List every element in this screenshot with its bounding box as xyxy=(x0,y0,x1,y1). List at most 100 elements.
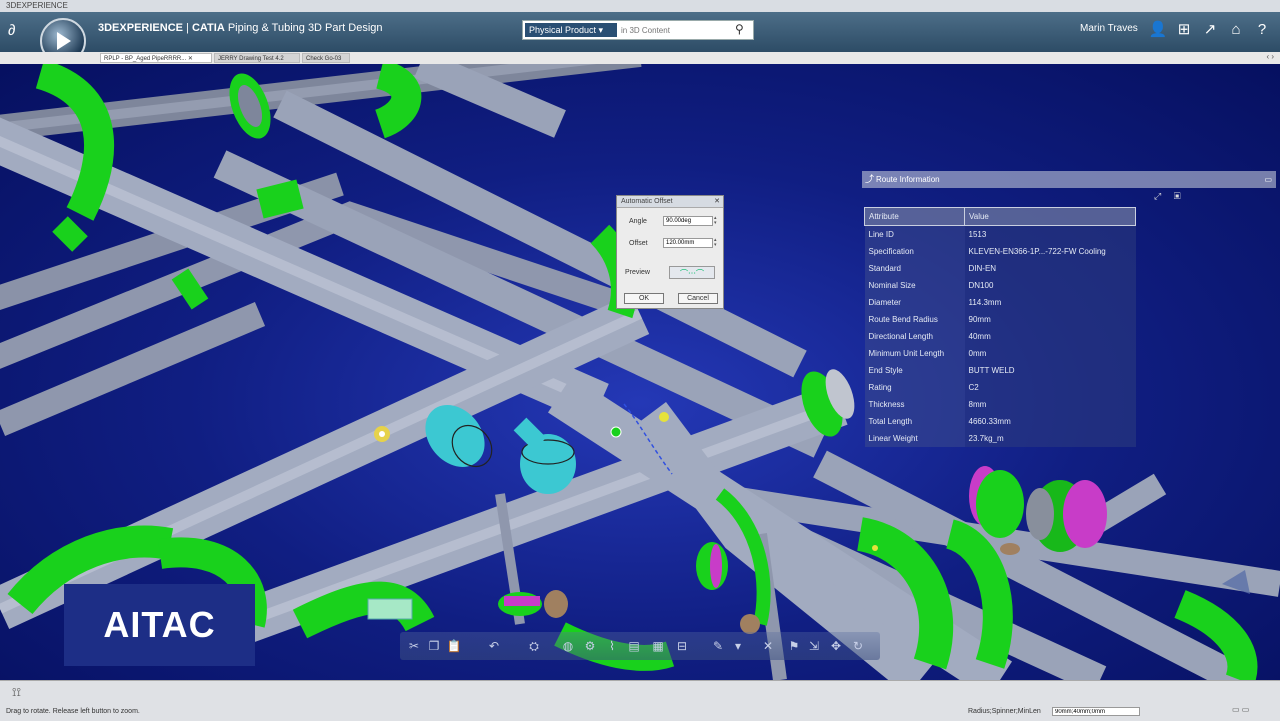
offset-spinner-icon[interactable]: ▴ ▾ xyxy=(714,238,720,248)
table-row[interactable]: Rating C2 xyxy=(864,379,1136,396)
status-parameter-input[interactable] xyxy=(1052,707,1140,716)
route-panel-title: Route Information xyxy=(876,175,940,184)
tab-label: Check Go-03 xyxy=(306,56,342,62)
value-cell: BUTT WELD xyxy=(964,362,1136,379)
tab-document-2[interactable]: JERRY Drawing Test 4.2 xyxy=(214,53,300,63)
preview-label: Preview xyxy=(625,269,650,276)
layout-icons[interactable]: ▭ ▭ xyxy=(1232,705,1249,714)
table-header-row: Attribute Value xyxy=(864,207,1136,226)
value-cell: DN100 xyxy=(964,277,1136,294)
search-icon[interactable]: ⚲ xyxy=(735,22,744,36)
route-icon[interactable]: ⛭ xyxy=(526,638,542,654)
status-bar: ⟟⟟ Drag to rotate. Release left button t… xyxy=(0,680,1280,721)
table-row[interactable]: Standard DIN-EN xyxy=(864,260,1136,277)
pipe-icon[interactable]: ⌇ xyxy=(604,638,620,654)
attribute-cell: Diameter xyxy=(864,294,965,311)
value-cell: 4660.33mm xyxy=(964,413,1136,430)
value-cell: KLEVEN-EN366-1P...-722-FW Cooling xyxy=(964,243,1136,260)
route-attribute-table: Attribute Value Line ID 1513 Specification… xyxy=(864,207,1136,447)
measure-icon[interactable]: ⇲ xyxy=(806,638,822,654)
app-title: 3DEXPERIENCE | CATIA Piping & Tubing 3D … xyxy=(98,22,383,34)
table-row[interactable]: Total Length 4660.33mm xyxy=(864,413,1136,430)
tab-scroll-arrows[interactable]: ‹ › xyxy=(1266,52,1274,61)
table-row[interactable]: Thickness 8mm xyxy=(864,396,1136,413)
tab-document-1[interactable]: RPLP - BP_Aged PipeRRRR... ✕ xyxy=(100,53,212,63)
automatic-offset-dialog: Automatic Offset ✕ Angle ▴▾ Offset ▴▾ Pr… xyxy=(616,195,724,309)
ds-logo-icon[interactable]: ∂ xyxy=(8,22,15,39)
table-row[interactable]: Minimum Unit Length 0mm xyxy=(864,345,1136,362)
angle-field[interactable] xyxy=(663,216,713,226)
preview-button[interactable]: ⌒⋯⌒ xyxy=(669,266,715,279)
attribute-cell: Minimum Unit Length xyxy=(864,345,965,362)
spec-icon[interactable]: ⊟ xyxy=(674,638,690,654)
app-name-label: CATIA xyxy=(191,22,225,34)
offset-field[interactable] xyxy=(663,238,713,248)
paste-icon[interactable]: 📋 xyxy=(446,638,462,654)
refresh-icon[interactable]: ↻ xyxy=(850,638,866,654)
move-icon[interactable]: ✥ xyxy=(828,638,844,654)
route-information-panel: ⤴ Route Information ▭ ⤢ ▣ Attribute Valu… xyxy=(862,171,1276,461)
table-row[interactable]: Route Bend Radius 90mm xyxy=(864,311,1136,328)
home-icon[interactable]: ⌂ xyxy=(1226,20,1246,40)
cancel-button[interactable]: Cancel xyxy=(678,293,718,304)
angle-spinner-icon[interactable]: ▴ ▾ xyxy=(714,216,720,226)
search-input[interactable] xyxy=(621,23,731,37)
aitac-logo-text: AITAC xyxy=(103,604,216,645)
search-scope-label: Physical Product xyxy=(529,25,597,35)
copy-icon[interactable]: ❐ xyxy=(426,638,442,654)
edit-icon[interactable]: ✎ xyxy=(710,638,726,654)
table-row[interactable]: Nominal Size DN100 xyxy=(864,277,1136,294)
user-name[interactable]: Marin Traves xyxy=(1080,23,1138,34)
tools-icon[interactable]: ✕ xyxy=(760,638,776,654)
attribute-cell: Route Bend Radius xyxy=(864,311,965,328)
table-row[interactable]: Line ID 1513 xyxy=(864,225,1136,243)
ok-button[interactable]: OK xyxy=(624,293,664,304)
tab-document-3[interactable]: Check Go-03 xyxy=(302,53,350,63)
table-row[interactable]: Linear Weight 23.7kg_m xyxy=(864,430,1136,447)
layer-icon[interactable]: ▦ xyxy=(650,638,666,654)
flag-icon[interactable]: ⚑ xyxy=(786,638,802,654)
cut-icon[interactable]: ✂ xyxy=(406,638,422,654)
globe-icon[interactable]: ◍ xyxy=(560,638,576,654)
search-box: Physical Product ▾ ⚲ xyxy=(522,20,754,40)
status-parameter-label: Radius;Spinner;MinLen xyxy=(968,708,1041,715)
add-icon[interactable]: ⊞ xyxy=(1174,20,1194,40)
table-row[interactable]: Directional Length 40mm xyxy=(864,328,1136,345)
tab-label: RPLP - BP_Aged PipeRRRR... xyxy=(104,56,187,62)
network-icon[interactable]: ⚙ xyxy=(582,638,598,654)
dropdown-icon[interactable]: ▾ xyxy=(730,638,746,654)
maximize-icon[interactable]: ▭ xyxy=(1264,171,1272,188)
app-header: ∂ 3DEXPERIENCE | CATIA Piping & Tubing 3… xyxy=(0,12,1280,64)
column-header-value[interactable]: Value xyxy=(964,207,1136,226)
export-icon[interactable]: ▣ xyxy=(1174,191,1181,201)
user-icon[interactable]: 👤 xyxy=(1148,20,1168,40)
action-bar: ✂ ❐ 📋 ↶ ⛭ ◍ ⚙ ⌇ ▤ ▦ ⊟ ✎ ▾ ✕ ⚑ ⇲ ✥ ↻ xyxy=(400,632,880,660)
aitac-logo: AITAC xyxy=(64,584,255,666)
part-icon[interactable]: ▤ xyxy=(626,638,642,654)
sketch-icon[interactable]: ⟟⟟ xyxy=(12,685,21,700)
attribute-cell: Line ID xyxy=(864,225,965,243)
table-row[interactable]: Specification KLEVEN-EN366-1P...-722-FW C… xyxy=(864,243,1136,260)
attribute-cell: Standard xyxy=(864,260,965,277)
pin-icon[interactable]: ⤢ xyxy=(1154,191,1161,201)
table-row[interactable]: End Style BUTT WELD xyxy=(864,362,1136,379)
route-info-icon: ⤴ xyxy=(865,174,875,184)
help-icon[interactable]: ? xyxy=(1252,20,1272,40)
route-panel-header: ⤴ Route Information ▭ xyxy=(862,171,1276,188)
search-scope-dropdown[interactable]: Physical Product ▾ xyxy=(525,23,617,37)
value-cell: 8mm xyxy=(964,396,1136,413)
attribute-cell: Specification xyxy=(864,243,965,260)
attribute-cell: Linear Weight xyxy=(864,430,965,447)
attribute-cell: Directional Length xyxy=(864,328,965,345)
table-row[interactable]: Diameter 114.3mm xyxy=(864,294,1136,311)
tab-label: JERRY Drawing Test 4.2 xyxy=(218,56,284,62)
angle-label: Angle xyxy=(629,218,647,225)
value-cell: 0mm xyxy=(964,345,1136,362)
share-icon[interactable]: ↗ xyxy=(1200,20,1220,40)
app-subtitle: Piping & Tubing 3D Part Design xyxy=(227,22,383,34)
column-header-attribute[interactable]: Attribute xyxy=(864,207,965,226)
route-tools: ⤢ ▣ xyxy=(1154,191,1181,202)
undo-icon[interactable]: ↶ xyxy=(486,638,502,654)
close-icon[interactable]: ✕ xyxy=(714,196,720,207)
value-cell: 1513 xyxy=(964,225,1136,243)
